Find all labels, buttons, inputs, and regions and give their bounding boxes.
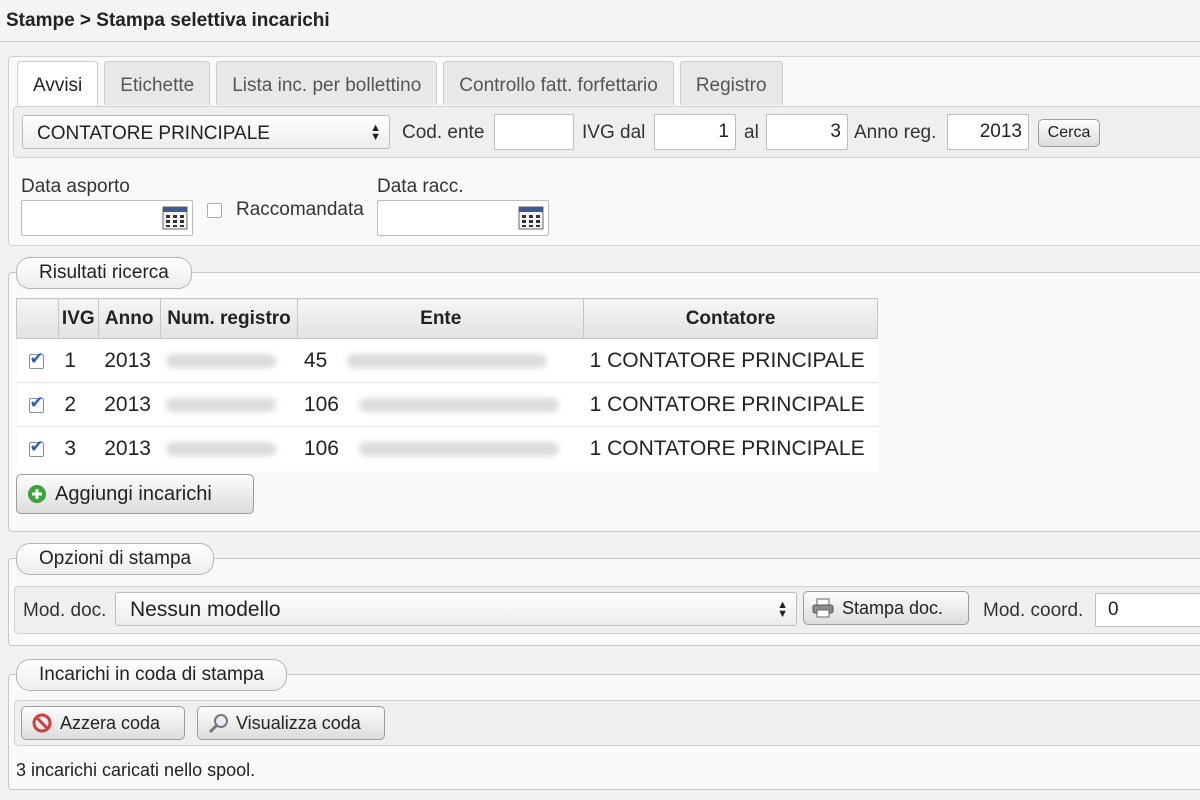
- visualizza-coda-button[interactable]: Visualizza coda: [197, 706, 385, 740]
- tab-avvisi[interactable]: Avvisi: [17, 61, 99, 107]
- cell-anno: 2013: [98, 426, 161, 471]
- anno-reg-input[interactable]: 2013: [947, 114, 1029, 150]
- plus-circle-icon: [28, 485, 46, 503]
- cell-ente-code: 45: [303, 348, 328, 372]
- results-table: IVG Anno Num. registro Ente Contatore 1 …: [16, 298, 878, 471]
- table-row[interactable]: 3 2013 106 1 CONTATORE PRINCIPALE: [16, 426, 878, 471]
- stop-icon: [32, 713, 52, 733]
- data-asporto-input[interactable]: [21, 200, 193, 236]
- stampa-doc-label: Stampa doc.: [842, 597, 944, 618]
- redacted-num-registro: [166, 353, 277, 368]
- contatore-select[interactable]: CONTATORE PRINCIPALE ▲ ▼: [22, 115, 390, 149]
- al-label: al: [744, 122, 759, 143]
- ivg-dal-label: IVG dal: [582, 122, 646, 143]
- column-header-num-registro[interactable]: Num. registro: [159, 298, 299, 339]
- row-checkbox[interactable]: [28, 393, 44, 413]
- redacted-ente-name: [358, 442, 559, 457]
- select-column-header[interactable]: [16, 298, 59, 339]
- row-checkbox[interactable]: [28, 437, 44, 457]
- results-legend: Risultati ricerca: [16, 257, 192, 289]
- breadcrumb: Stampe > Stampa selettiva incarichi: [0, 0, 1200, 42]
- queue-legend: Incarichi in coda di stampa: [16, 659, 287, 691]
- cell-ivg: 3: [58, 426, 99, 471]
- aggiungi-incarichi-label: Aggiungi incarichi: [55, 482, 212, 505]
- raccomandata-checkbox[interactable]: [207, 203, 222, 218]
- cell-ivg: 2: [58, 382, 99, 427]
- select-arrows-icon: ▲ ▼: [370, 122, 381, 143]
- select-arrows-icon: ▲ ▼: [777, 599, 788, 620]
- calendar-icon[interactable]: [518, 206, 544, 230]
- cell-contatore: 1 CONTATORE PRINCIPALE: [583, 382, 878, 427]
- tab-bar: Avvisi Etichette Lista inc. per bolletti…: [17, 61, 789, 107]
- ivg-al-input[interactable]: 3: [766, 114, 848, 150]
- magnifier-icon: [208, 714, 228, 733]
- contatore-select-value: CONTATORE PRINCIPALE: [37, 123, 270, 144]
- mod-doc-select[interactable]: Nessun modello ▲ ▼: [115, 592, 797, 626]
- redacted-num-registro: [166, 397, 277, 412]
- cell-anno: 2013: [98, 382, 161, 427]
- raccomandata-label: Raccomandata: [236, 199, 364, 220]
- data-racc-label: Data racc.: [377, 176, 464, 197]
- queue-status-text: 3 incarichi caricati nello spool.: [16, 760, 256, 780]
- queue-actions-row: Azzera coda Visualizza coda: [14, 700, 1200, 746]
- stampa-doc-button[interactable]: Stampa doc.: [803, 591, 969, 625]
- calendar-icon[interactable]: [162, 206, 188, 230]
- cod-ente-input[interactable]: [494, 114, 574, 150]
- visualizza-coda-label: Visualizza coda: [236, 712, 361, 733]
- column-header-ente[interactable]: Ente: [297, 298, 585, 339]
- printer-icon: [812, 598, 834, 618]
- table-row[interactable]: 1 2013 45 1 CONTATORE PRINCIPALE: [16, 338, 878, 383]
- column-header-ivg[interactable]: IVG: [57, 298, 99, 339]
- cell-contatore: 1 CONTATORE PRINCIPALE: [583, 338, 878, 383]
- tab-controllo-fatt-forfettario[interactable]: Controllo fatt. forfettario: [443, 61, 674, 105]
- row-checkbox[interactable]: [28, 349, 44, 369]
- azzera-coda-label: Azzera coda: [60, 712, 161, 733]
- column-header-anno[interactable]: Anno: [97, 298, 161, 339]
- mod-coord-input[interactable]: 0: [1095, 593, 1200, 627]
- redacted-ente-name: [358, 397, 559, 412]
- redacted-num-registro: [166, 442, 277, 457]
- cell-ente-code: 106: [303, 436, 339, 460]
- table-header-row: IVG Anno Num. registro Ente Contatore: [16, 298, 878, 339]
- cell-contatore: 1 CONTATORE PRINCIPALE: [583, 426, 878, 471]
- mod-doc-select-value: Nessun modello: [130, 598, 281, 621]
- tab-registro[interactable]: Registro: [679, 61, 783, 105]
- cell-ente-code: 106: [303, 392, 339, 416]
- search-panel: Avvisi Etichette Lista inc. per bolletti…: [8, 56, 1200, 246]
- mod-doc-label: Mod. doc.: [23, 600, 107, 621]
- mod-coord-label: Mod. coord.: [983, 600, 1084, 621]
- aggiungi-incarichi-button[interactable]: Aggiungi incarichi: [16, 474, 254, 514]
- redacted-ente-name: [347, 353, 548, 368]
- cell-ivg: 1: [58, 338, 99, 383]
- column-header-contatore[interactable]: Contatore: [583, 298, 878, 339]
- cod-ente-label: Cod. ente: [402, 122, 485, 143]
- print-options-row: Mod. doc. Nessun modello ▲ ▼ Stampa doc. …: [14, 586, 1200, 634]
- data-racc-input[interactable]: [377, 200, 549, 236]
- cerca-button[interactable]: Cerca: [1038, 119, 1100, 147]
- table-row[interactable]: 2 2013 106 1 CONTATORE PRINCIPALE: [16, 382, 878, 427]
- data-asporto-label: Data asporto: [21, 176, 130, 197]
- tab-lista-inc-per-bollettino[interactable]: Lista inc. per bollettino: [216, 61, 438, 105]
- print-options-legend: Opzioni di stampa: [16, 543, 215, 575]
- azzera-coda-button[interactable]: Azzera coda: [21, 706, 185, 740]
- filter-row: CONTATORE PRINCIPALE ▲ ▼ Cod. ente IVG da…: [13, 106, 1200, 158]
- cell-anno: 2013: [98, 338, 161, 383]
- tab-etichette[interactable]: Etichette: [104, 61, 211, 105]
- anno-reg-label: Anno reg.: [854, 122, 937, 143]
- ivg-dal-input[interactable]: 1: [654, 114, 736, 150]
